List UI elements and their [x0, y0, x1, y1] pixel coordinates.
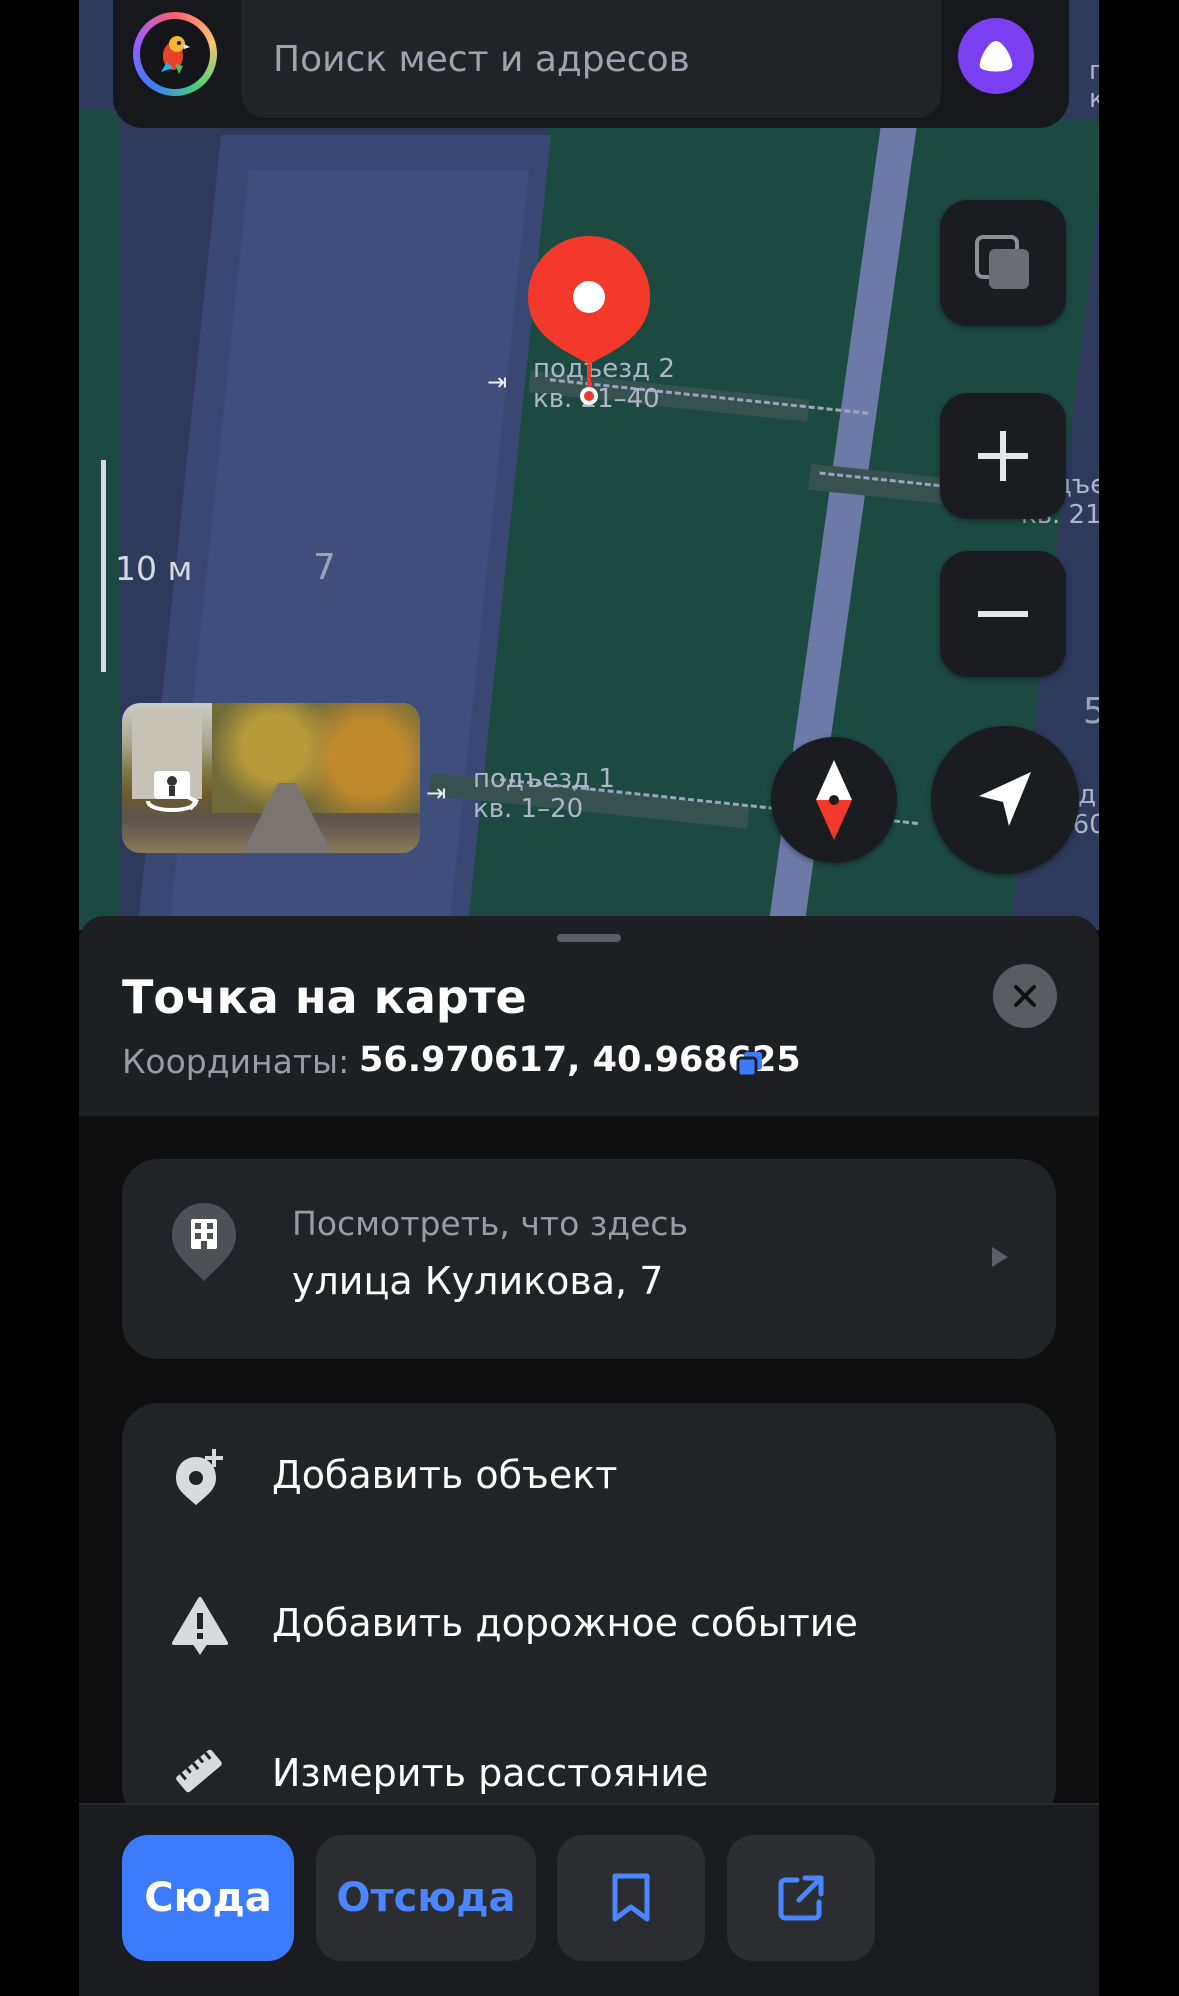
- action-add-road-event-label: Добавить дорожное событие: [272, 1601, 858, 1645]
- zoom-out-button[interactable]: [940, 551, 1066, 677]
- navigation-arrow-icon: [979, 772, 1031, 826]
- my-location-button[interactable]: [931, 726, 1079, 874]
- route-to-here-button[interactable]: Сюда: [122, 1835, 294, 1961]
- edge-number: 5: [1083, 691, 1099, 732]
- entrance-1-label: подъезд 1: [473, 764, 615, 794]
- layers-icon: [975, 235, 1029, 289]
- coords-label: Координаты:: [122, 1042, 350, 1081]
- profile-avatar[interactable]: [133, 12, 217, 96]
- alice-assistant-button[interactable]: [958, 18, 1034, 94]
- share-button[interactable]: [727, 1835, 875, 1961]
- road-event-icon: [172, 1597, 228, 1657]
- action-add-object[interactable]: Добавить объект: [122, 1403, 1056, 1549]
- bottom-action-bar: Сюда Отсюда: [79, 1803, 1099, 1996]
- location-pin-icon[interactable]: [528, 236, 650, 406]
- entrance-icon: ⇥: [425, 779, 447, 807]
- add-place-icon: [174, 1449, 226, 1507]
- chevron-right-icon: [992, 1247, 1008, 1267]
- actions-card: Добавить объект Добавить дорожное событи…: [122, 1403, 1056, 1823]
- action-add-road-event[interactable]: Добавить дорожное событие: [122, 1549, 1056, 1699]
- route-from-here-button[interactable]: Отсюда: [316, 1835, 536, 1961]
- alice-icon: [979, 41, 1013, 72]
- edge-label-top-2: к: [1089, 84, 1099, 114]
- scale-label: 10 м: [115, 549, 193, 588]
- map-green-area-left: [79, 110, 119, 930]
- minus-icon: [978, 611, 1028, 617]
- close-icon: [1014, 985, 1036, 1007]
- share-icon: [778, 1875, 824, 1921]
- plus-icon: [978, 431, 1028, 481]
- building-number: 7: [313, 547, 336, 588]
- coords-value[interactable]: 56.970617, 40.968625: [359, 1040, 801, 1080]
- search-input[interactable]: [241, 0, 941, 118]
- close-button[interactable]: [993, 964, 1057, 1028]
- street-view-preview[interactable]: [122, 703, 420, 853]
- sheet-drag-handle[interactable]: [557, 934, 621, 942]
- map-view[interactable]: 10 м 7 5 ⇥ подъезд 2 кв. 21–40 ⇥ подъезд…: [79, 0, 1099, 930]
- compass-button[interactable]: [771, 737, 897, 863]
- street-view-trees: [212, 703, 420, 813]
- entrance-icon: ⇥: [486, 368, 508, 396]
- bookmark-button[interactable]: [557, 1835, 705, 1961]
- parrot-icon: [140, 19, 210, 89]
- bookmark-icon: [612, 1873, 650, 1922]
- edge-label-top: п: [1089, 56, 1099, 86]
- compass-icon: [816, 760, 852, 840]
- action-add-object-label: Добавить объект: [272, 1453, 618, 1497]
- zoom-in-button[interactable]: [940, 393, 1066, 519]
- place-address: улица Куликова, 7: [292, 1259, 664, 1303]
- scale-bar: [101, 460, 106, 672]
- sheet-header: Точка на карте Координаты: 56.970617, 40…: [79, 916, 1099, 1116]
- panorama-icon: [144, 767, 200, 819]
- place-card[interactable]: Посмотреть, что здесь улица Куликова, 7: [122, 1159, 1056, 1359]
- search-bar: [113, 0, 1069, 128]
- ruler-icon: [172, 1745, 226, 1799]
- sheet-title: Точка на карте: [122, 970, 527, 1024]
- place-hint: Посмотреть, что здесь: [292, 1204, 689, 1243]
- entrance-1-apts: кв. 1–20: [473, 794, 584, 824]
- copy-icon[interactable]: [736, 1050, 764, 1078]
- layers-button[interactable]: [940, 200, 1066, 326]
- building-pin-icon: [172, 1203, 236, 1283]
- phone-screen: 10 м 7 5 ⇥ подъезд 2 кв. 21–40 ⇥ подъезд…: [79, 0, 1099, 1996]
- action-measure-distance-label: Измерить расстояние: [272, 1751, 709, 1795]
